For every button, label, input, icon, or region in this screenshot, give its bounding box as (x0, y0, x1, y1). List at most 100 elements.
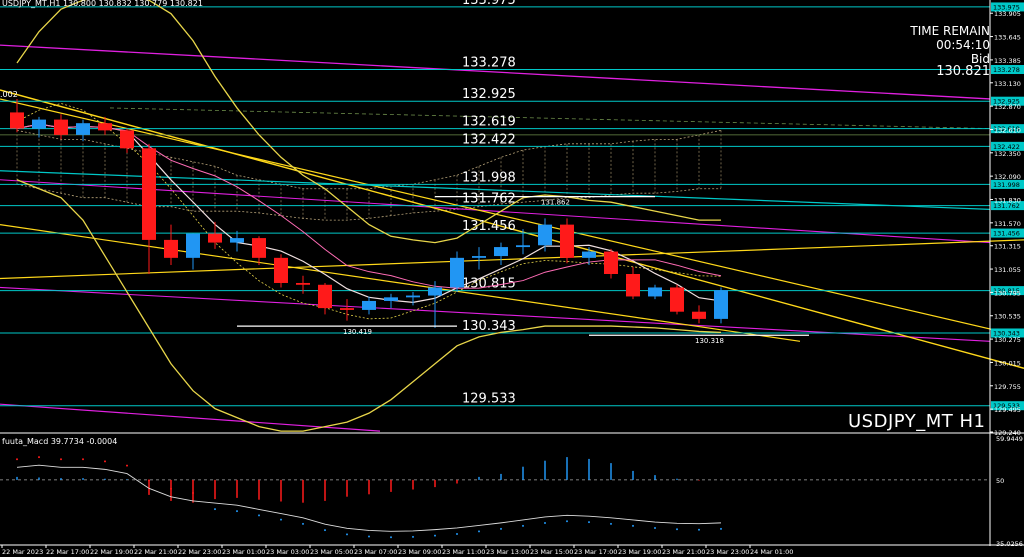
indicator-title: fuuta_Macd 39.7734 -0.0004 (2, 437, 118, 446)
signal-dot (698, 528, 700, 531)
bull-candle (230, 238, 244, 243)
left-edge-label: .002 (0, 90, 18, 99)
bear-candle (142, 148, 156, 240)
bear-candle (54, 119, 68, 135)
signal-dot (654, 527, 656, 530)
signal-dot (676, 528, 678, 531)
signal-dot (126, 464, 128, 467)
symbol-header: USDJPY_MT,H1 130.800 130.832 130.779 130… (2, 0, 203, 8)
price-tick-label: 130.795 (994, 289, 1021, 297)
time-tick-label: 23 Mar 09:00 (398, 548, 441, 556)
bear-candle (208, 233, 222, 243)
signal-dot (522, 524, 524, 527)
level-label: 131.456 (462, 219, 516, 234)
bid-value: 130.821 (936, 64, 990, 79)
price-tick-label: 132.610 (994, 126, 1021, 134)
time-tick-label: 23 Mar 15:00 (530, 548, 573, 556)
bull-candle (538, 224, 552, 246)
time-tick-label: 23 Mar 05:00 (310, 548, 353, 556)
signal-dot (588, 521, 590, 524)
level-label: 132.619 (462, 115, 516, 130)
signal-dot (412, 535, 414, 538)
signal-dot (456, 532, 458, 535)
level-label: 133.975 (462, 0, 516, 8)
bull-candle (32, 119, 46, 129)
price-tick-label: 132.090 (994, 173, 1021, 181)
bull-candle (494, 247, 508, 257)
time-tick-label: 23 Mar 03:00 (266, 548, 309, 556)
signal-dot (60, 458, 62, 461)
bear-candle (98, 123, 112, 131)
bull-candle (428, 287, 442, 296)
price-tick-label: 130.535 (994, 313, 1021, 321)
price-tick-label: 130.015 (994, 359, 1021, 367)
signal-dot (610, 522, 612, 525)
signal-dot (280, 518, 282, 521)
bear-candle (10, 112, 24, 129)
level-label: 132.925 (462, 87, 516, 102)
price-tick-label: 130.275 (994, 336, 1021, 344)
signal-dot (434, 534, 436, 537)
bear-candle (692, 311, 706, 319)
bull-candle (516, 245, 530, 248)
time-tick-label: 24 Mar 01:00 (750, 548, 793, 556)
bull-candle (362, 300, 376, 310)
extreme-marker-label: 130.419 (343, 328, 372, 336)
point-labels: 130.419 131.862 130.318 (237, 196, 809, 345)
price-tick-label: 132.350 (994, 150, 1021, 158)
time-tick-label: 23 Mar 19:00 (618, 548, 661, 556)
bull-candle (406, 295, 420, 298)
time-remain-value: 00:54:10 (936, 38, 990, 52)
level-label: 129.533 (462, 392, 516, 407)
trend-line (0, 239, 1024, 280)
bear-candle (670, 287, 684, 312)
bull-candle (76, 123, 90, 135)
time-tick-label: 23 Mar 01:00 (222, 548, 265, 556)
signal-dot (720, 527, 722, 530)
price-chart[interactable]: 133.975 133.975133.278 133.278132.925 132.9… (0, 0, 1024, 557)
signal-dot (324, 529, 326, 532)
level-label: 130.815 (462, 277, 516, 292)
time-tick-label: 23 Mar 23:00 (706, 548, 749, 556)
time-tick-label: 22 Mar 23:00 (178, 548, 221, 556)
bull-candle (472, 256, 486, 258)
level-label: 133.278 (462, 56, 516, 71)
indicator-scale-label: 35.0256 (996, 540, 1023, 548)
extreme-marker-label: 130.318 (695, 337, 724, 345)
price-tick-label: 132.870 (994, 103, 1021, 111)
signal-dot (478, 530, 480, 533)
bear-candle (626, 274, 640, 297)
signal-dot (346, 533, 348, 536)
bull-candle (384, 297, 398, 301)
bear-candle (604, 251, 618, 275)
price-tick-label: 131.315 (994, 243, 1021, 251)
bear-candle (296, 282, 310, 285)
signal-dot (236, 510, 238, 513)
time-tick-label: 23 Mar 13:00 (486, 548, 529, 556)
signal-dot (368, 535, 370, 538)
time-tick-label: 22 Mar 2023 (2, 548, 43, 556)
time-tick-label: 22 Mar 17:00 (46, 548, 89, 556)
bear-candle (252, 238, 266, 258)
bear-candle (340, 308, 354, 310)
level-label: 131.998 (462, 170, 516, 185)
signal-dot (302, 522, 304, 525)
price-tick-label: 129.755 (994, 383, 1021, 391)
signal-dot (192, 491, 194, 494)
signal-dot (390, 536, 392, 539)
signal-dot (82, 458, 84, 461)
level-price-tag-text: 131.998 (993, 181, 1020, 189)
time-remain-label: TIME REMAIN (910, 24, 990, 38)
time-tick-label: 22 Mar 21:00 (134, 548, 177, 556)
bear-candle (120, 130, 134, 149)
signal-dot (148, 479, 150, 482)
extreme-marker-label: 131.862 (541, 199, 570, 207)
bear-candle (164, 239, 178, 258)
signal-dot (500, 527, 502, 530)
bear-candle (560, 224, 574, 258)
price-tick-label: 129.495 (994, 406, 1021, 414)
trend-line (0, 224, 801, 342)
price-tick-label: 131.055 (994, 266, 1021, 274)
level-price-tag-text: 133.278 (993, 66, 1020, 74)
price-tick-label: 133.905 (994, 10, 1021, 18)
